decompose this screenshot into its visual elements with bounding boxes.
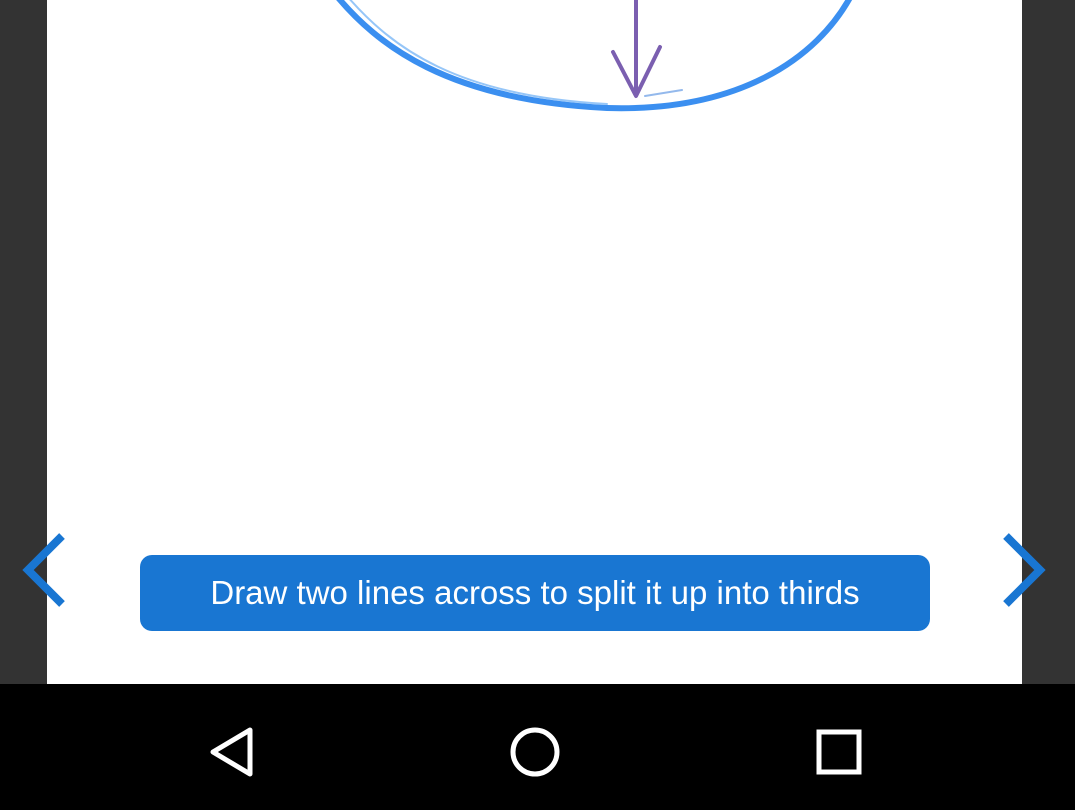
recents-square-icon [816, 729, 862, 775]
previous-step-button[interactable] [18, 530, 74, 610]
system-navigation-bar [0, 684, 1075, 810]
home-circle-icon [510, 727, 560, 777]
next-step-button[interactable] [996, 530, 1052, 610]
drawing-stage: Draw two lines across to split it up int… [0, 0, 1075, 684]
back-button[interactable] [204, 722, 264, 782]
chevron-left-icon [22, 533, 65, 607]
circle-sketch-arc [336, 0, 853, 112]
recents-button[interactable] [809, 722, 869, 782]
chevron-right-icon [1003, 533, 1046, 607]
instruction-caption: Draw two lines across to split it up int… [140, 555, 930, 631]
home-button[interactable] [505, 722, 565, 782]
arrow-tail-stroke [644, 89, 683, 97]
back-triangle-icon [210, 727, 253, 777]
